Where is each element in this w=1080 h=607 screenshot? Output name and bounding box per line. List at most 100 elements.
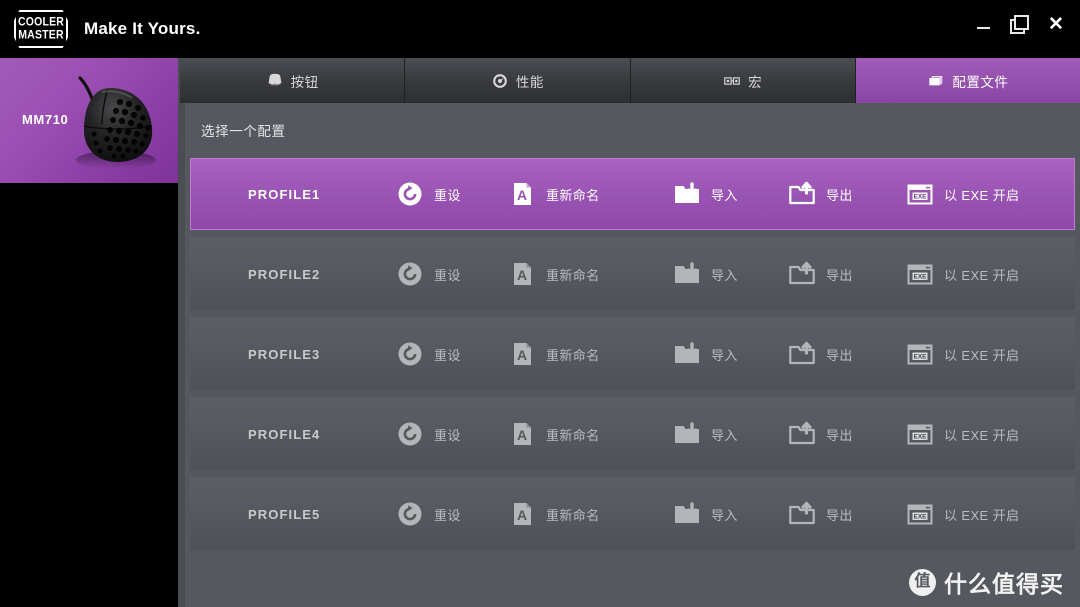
rename-document-icon: A <box>514 183 531 205</box>
tab-label: 配置文件 <box>952 74 1009 90</box>
sidebar-divider <box>178 58 185 607</box>
import-label: 导入 <box>711 427 738 443</box>
import-folder-icon <box>675 422 699 443</box>
rename-button[interactable]: A 重新命名 <box>507 419 672 449</box>
tab-bar: 按钮 性能 宏 配置文件 <box>180 58 1080 103</box>
export-button[interactable]: 导出 <box>787 419 905 449</box>
reset-label: 重设 <box>434 507 461 523</box>
export-label: 导出 <box>826 427 853 443</box>
profile-row[interactable]: PROFILE5 重设 A 重新命名 导入 导出 EXE 以 EXE 开启 <box>190 478 1075 550</box>
import-button[interactable]: 导入 <box>672 339 787 369</box>
import-button[interactable]: 导入 <box>672 259 787 289</box>
tab-macro[interactable]: 宏 <box>630 58 856 103</box>
profile-row[interactable]: PROFILE3 重设 A 重新命名 导入 导出 EXE 以 EXE 开启 <box>190 318 1075 390</box>
launch-exe-label: 以 EXE 开启 <box>944 347 1020 363</box>
tab-buttons[interactable]: 按钮 <box>180 58 406 103</box>
rename-label: 重新命名 <box>546 427 600 443</box>
launch-exe-button[interactable]: EXE 以 EXE 开启 <box>905 339 1045 369</box>
export-folder-icon <box>789 421 815 445</box>
reset-label: 重设 <box>434 347 461 363</box>
svg-text:EXE: EXE <box>914 194 928 201</box>
rename-label: 重新命名 <box>546 187 600 203</box>
exe-window-icon: EXE <box>907 424 933 445</box>
rename-button[interactable]: A 重新命名 <box>507 179 672 209</box>
reset-button[interactable]: 重设 <box>395 339 507 369</box>
export-folder-icon <box>789 261 815 285</box>
rename-label: 重新命名 <box>546 507 600 523</box>
exe-window-icon: EXE <box>907 504 933 525</box>
main-panel: 按钮 性能 宏 配置文件 选择一个配置 PROFILE1 重设 A 重新命名 导… <box>180 58 1080 607</box>
rename-button[interactable]: A 重新命名 <box>507 259 672 289</box>
svg-text:A: A <box>517 347 527 363</box>
profile-row[interactable]: PROFILE4 重设 A 重新命名 导入 导出 EXE 以 EXE 开启 <box>190 398 1075 470</box>
device-card-mm710[interactable]: MM710 <box>0 58 178 183</box>
brand-line-1: COOLER <box>17 15 65 29</box>
reset-icon <box>398 262 422 286</box>
tab-label: 按钮 <box>290 74 319 90</box>
close-icon[interactable]: ✕ <box>1046 14 1066 34</box>
launch-exe-button[interactable]: EXE 以 EXE 开启 <box>905 179 1045 209</box>
device-name-label: MM710 <box>22 112 69 127</box>
reset-button[interactable]: 重设 <box>395 419 507 449</box>
tab-performance[interactable]: 性能 <box>405 58 631 103</box>
reset-icon <box>398 422 422 446</box>
profile-row[interactable]: PROFILE2 重设 A 重新命名 导入 导出 EXE 以 EXE 开启 <box>190 238 1075 310</box>
export-folder-icon <box>789 341 815 365</box>
import-folder-icon <box>675 342 699 363</box>
import-folder-icon <box>675 502 699 523</box>
reset-icon <box>398 502 422 526</box>
reset-button[interactable]: 重设 <box>395 179 507 209</box>
export-folder-icon <box>789 501 815 525</box>
import-folder-icon <box>675 262 699 283</box>
layers-icon <box>929 75 943 85</box>
export-button[interactable]: 导出 <box>787 499 905 529</box>
mouse-icon <box>268 73 282 86</box>
title-bar: COOLER MASTER Make It Yours. ✕ <box>0 0 1080 58</box>
minimize-icon[interactable] <box>974 14 994 34</box>
maximize-restore-icon[interactable] <box>1010 14 1030 34</box>
profile-name-label: PROFILE3 <box>248 346 321 362</box>
launch-exe-label: 以 EXE 开启 <box>944 427 1020 443</box>
export-button[interactable]: 导出 <box>787 179 905 209</box>
import-button[interactable]: 导入 <box>672 179 787 209</box>
profile-name-label: PROFILE4 <box>248 426 321 442</box>
svg-text:A: A <box>517 427 527 443</box>
import-label: 导入 <box>711 347 738 363</box>
export-button[interactable]: 导出 <box>787 339 905 369</box>
gauge-icon <box>493 73 507 88</box>
profile-name-label: PROFILE5 <box>248 506 321 522</box>
rename-button[interactable]: A 重新命名 <box>507 499 672 529</box>
reset-button[interactable]: 重设 <box>395 259 507 289</box>
profile-list: PROFILE1 重设 A 重新命名 导入 导出 EXE 以 EXE 开启 PR… <box>190 158 1075 558</box>
launch-exe-button[interactable]: EXE 以 EXE 开启 <box>905 499 1045 529</box>
reset-icon <box>398 342 422 366</box>
export-label: 导出 <box>826 267 853 283</box>
profile-name-label: PROFILE1 <box>248 186 321 202</box>
profile-name-label: PROFILE2 <box>248 266 321 282</box>
svg-text:EXE: EXE <box>914 514 928 521</box>
svg-text:A: A <box>517 187 527 203</box>
svg-text:EXE: EXE <box>914 274 928 281</box>
exe-window-icon: EXE <box>907 184 933 205</box>
reset-button[interactable]: 重设 <box>395 499 507 529</box>
sidebar: MM710 <box>0 58 178 607</box>
launch-exe-label: 以 EXE 开启 <box>944 267 1020 283</box>
reset-label: 重设 <box>434 427 461 443</box>
svg-text:A: A <box>517 507 527 523</box>
gaming-mouse-icon <box>76 76 156 169</box>
launch-exe-button[interactable]: EXE 以 EXE 开启 <box>905 419 1045 449</box>
export-label: 导出 <box>826 187 853 203</box>
watermark-badge-icon: 值 <box>909 568 936 596</box>
brand-tagline: Make It Yours. <box>84 19 201 38</box>
import-button[interactable]: 导入 <box>672 499 787 529</box>
profile-row[interactable]: PROFILE1 重设 A 重新命名 导入 导出 EXE 以 EXE 开启 <box>190 158 1075 230</box>
tab-profiles[interactable]: 配置文件 <box>855 58 1080 103</box>
rename-document-icon: A <box>514 423 531 445</box>
launch-exe-button[interactable]: EXE 以 EXE 开启 <box>905 259 1045 289</box>
rename-label: 重新命名 <box>546 267 600 283</box>
tab-label: 性能 <box>515 74 544 90</box>
reset-icon <box>398 182 422 206</box>
import-button[interactable]: 导入 <box>672 419 787 449</box>
export-button[interactable]: 导出 <box>787 259 905 289</box>
rename-button[interactable]: A 重新命名 <box>507 339 672 369</box>
